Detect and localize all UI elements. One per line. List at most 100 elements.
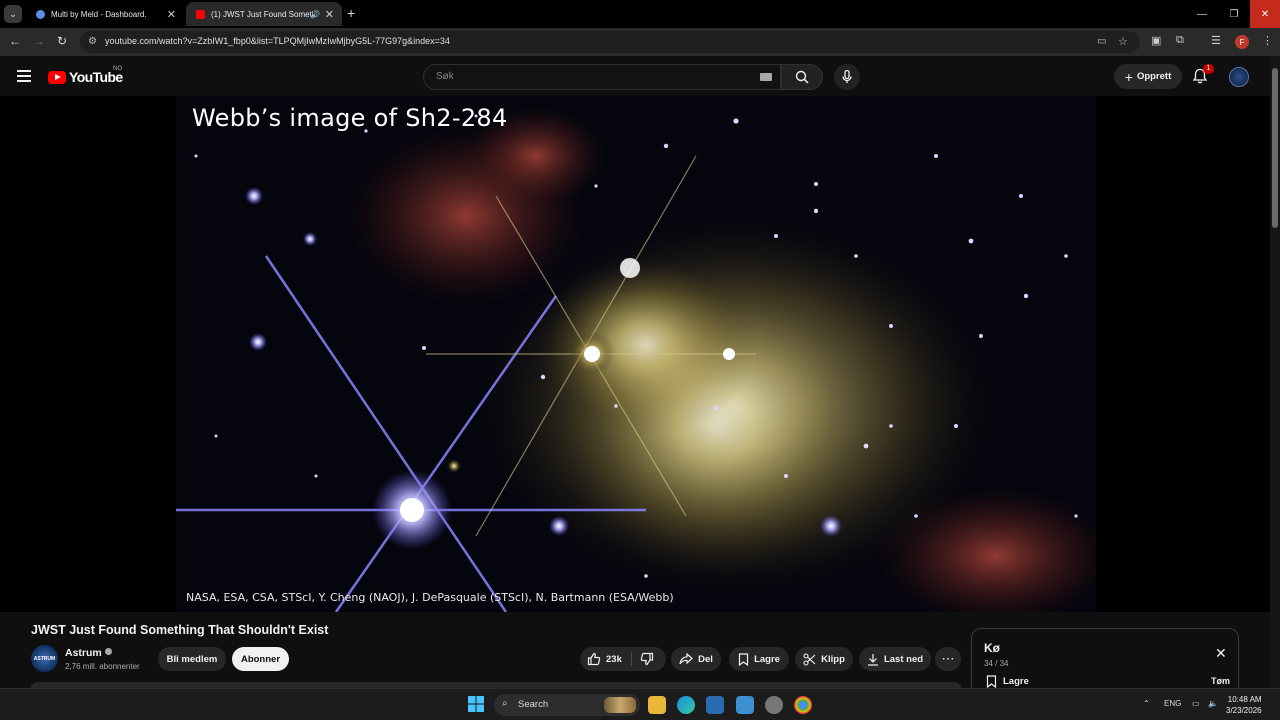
- share-arrow-icon: [679, 653, 693, 665]
- close-tab-icon[interactable]: ✕: [167, 8, 176, 21]
- volume-icon[interactable]: 🔈: [1208, 699, 1218, 708]
- download-icon: [867, 653, 878, 666]
- search-input[interactable]: Søk: [423, 64, 781, 90]
- reading-list-icon[interactable]: ☰: [1211, 34, 1221, 47]
- tray-chevron-icon[interactable]: ⌃: [1143, 699, 1150, 708]
- taskbar-search-input[interactable]: ⌕ Search: [494, 694, 640, 716]
- profile-avatar[interactable]: F: [1235, 35, 1249, 49]
- restore-icon[interactable]: ❐: [1218, 0, 1250, 28]
- meld-favicon-icon: [36, 9, 45, 19]
- file-explorer-icon[interactable]: [648, 696, 666, 714]
- account-avatar[interactable]: [1229, 67, 1249, 87]
- bookmark-icon: [738, 652, 749, 666]
- extensions-group-icon[interactable]: ▣: [1151, 34, 1161, 47]
- video-title: JWST Just Found Something That Shouldn't…: [31, 623, 329, 637]
- channel-avatar[interactable]: ASTRUM: [31, 645, 58, 672]
- create-label: Opprett: [1136, 71, 1172, 82]
- search-highlight-image: [604, 697, 636, 713]
- scissors-icon: [803, 652, 816, 666]
- url-text: youtube.com/watch?v=ZzbIW1_fbp0&list=TLP…: [105, 36, 450, 46]
- image-credit: NASA, ESA, CSA, STScI, Y. Cheng (NAOJ), …: [186, 591, 674, 604]
- queue-count: 34 / 34: [984, 659, 1009, 668]
- like-button[interactable]: 23k: [587, 652, 622, 666]
- cast-icon[interactable]: ▭: [1097, 36, 1106, 47]
- plus-icon: +: [1124, 68, 1133, 85]
- display-icon[interactable]: ▭: [1192, 699, 1200, 708]
- subscribe-button[interactable]: Abonner: [232, 647, 289, 671]
- youtube-logo[interactable]: YouTube NO: [48, 66, 123, 85]
- tab-youtube-video[interactable]: (1) JWST Just Found Someth 🔊 ✕: [186, 2, 342, 26]
- subscribe-label: Abonner: [240, 653, 281, 665]
- video-player[interactable]: Webb’s image of Sh2-284 NASA, ESA, CSA, …: [0, 96, 1270, 612]
- search-icon: [795, 70, 809, 84]
- windows-start-icon[interactable]: [468, 696, 486, 714]
- video-overlay-title: Webb’s image of Sh2-284: [192, 104, 508, 132]
- scrollbar-thumb[interactable]: [1272, 68, 1278, 228]
- like-count: 23k: [606, 653, 622, 665]
- page-scrollbar[interactable]: [1270, 56, 1280, 688]
- tab-search-chevron-icon[interactable]: ⌄: [4, 5, 22, 23]
- channel-name[interactable]: Astrum: [65, 647, 112, 659]
- thumbs-up-icon: [587, 652, 601, 666]
- clip-label: Klipp: [821, 653, 845, 665]
- like-dislike-group: 23k: [580, 647, 666, 671]
- keyboard-icon[interactable]: [760, 73, 772, 81]
- share-label: Del: [698, 653, 713, 665]
- close-window-icon[interactable]: ✕: [1250, 0, 1280, 28]
- microphone-icon: [842, 70, 852, 83]
- minimize-icon[interactable]: —: [1186, 0, 1218, 28]
- create-button[interactable]: + Opprett: [1114, 64, 1182, 89]
- back-arrow-icon[interactable]: ←: [9, 34, 21, 48]
- reload-icon[interactable]: ↻: [57, 34, 67, 48]
- like-separator: [631, 652, 632, 666]
- clock-date: 3/23/2026: [1226, 706, 1262, 715]
- system-clock[interactable]: 10:48 AM 3/23/2026: [1226, 694, 1262, 716]
- search-placeholder: Søk: [436, 71, 454, 82]
- dislike-button[interactable]: [640, 652, 654, 671]
- audio-playing-icon[interactable]: 🔊: [310, 10, 320, 19]
- site-info-icon[interactable]: ⚙: [88, 36, 97, 47]
- close-queue-icon[interactable]: ✕: [1215, 645, 1227, 662]
- search-button[interactable]: [781, 64, 823, 90]
- queue-save-button[interactable]: Lagre: [986, 675, 1029, 688]
- windows-taskbar: ⌕ Search ⌃ ENG ▭ 🔈 10:48 AM 3/23/2026: [0, 688, 1280, 720]
- language-indicator[interactable]: ENG: [1164, 699, 1181, 708]
- youtube-play-icon: [48, 70, 66, 84]
- new-tab-plus-icon[interactable]: +: [347, 5, 355, 21]
- edge-browser-icon[interactable]: [677, 696, 695, 714]
- thumbs-down-icon: [640, 652, 654, 666]
- app-tiles-icon[interactable]: [706, 696, 724, 714]
- forward-arrow-icon[interactable]: →: [33, 34, 45, 48]
- country-code: NO: [113, 66, 122, 72]
- hamburger-menu-icon[interactable]: [17, 70, 31, 82]
- queue-save-label: Lagre: [1003, 676, 1029, 687]
- clock-time: 10:48 AM: [1227, 695, 1262, 704]
- snipping-tool-icon[interactable]: [736, 696, 754, 714]
- notifications-button[interactable]: 1: [1192, 64, 1214, 86]
- join-button[interactable]: Bli medlem: [158, 647, 226, 671]
- browser-menu-icon[interactable]: ⋮: [1262, 34, 1273, 47]
- queue-title: Kø: [984, 641, 1000, 655]
- subscriber-count: 2,76 mill. abonnenter: [65, 662, 140, 671]
- bookmark-star-icon[interactable]: ☆: [1118, 35, 1128, 48]
- app-gear-icon[interactable]: [765, 696, 783, 714]
- youtube-header: YouTube NO Søk + Opprett 1: [0, 56, 1270, 96]
- download-button[interactable]: Last ned: [859, 647, 931, 671]
- save-button[interactable]: Lagre: [729, 647, 789, 671]
- nebula-starfield-image: [176, 96, 1096, 612]
- address-bar[interactable]: ⚙ youtube.com/watch?v=ZzbIW1_fbp0&list=T…: [80, 31, 1140, 53]
- search-icon: ⌕: [502, 698, 508, 709]
- tab-meld-dashboard[interactable]: Multi by Meld - Dashboard. ✕: [26, 2, 184, 26]
- browser-toolbar: ← → ↻ ⚙ youtube.com/watch?v=ZzbIW1_fbp0&…: [0, 28, 1280, 56]
- chrome-browser-icon[interactable]: [794, 696, 812, 714]
- share-button[interactable]: Del: [671, 647, 721, 671]
- voice-search-button[interactable]: [834, 64, 860, 90]
- more-actions-icon[interactable]: ⋯: [935, 647, 961, 671]
- clip-button[interactable]: Klipp: [795, 647, 853, 671]
- notification-badge: 1: [1203, 64, 1214, 74]
- taskbar-search-placeholder: Search: [518, 699, 549, 710]
- close-tab-icon[interactable]: ✕: [325, 8, 334, 21]
- channel-name-label: Astrum: [65, 647, 102, 659]
- extensions-puzzle-icon[interactable]: ⧉: [1176, 34, 1184, 47]
- queue-clear-button[interactable]: Tøm: [1211, 676, 1230, 686]
